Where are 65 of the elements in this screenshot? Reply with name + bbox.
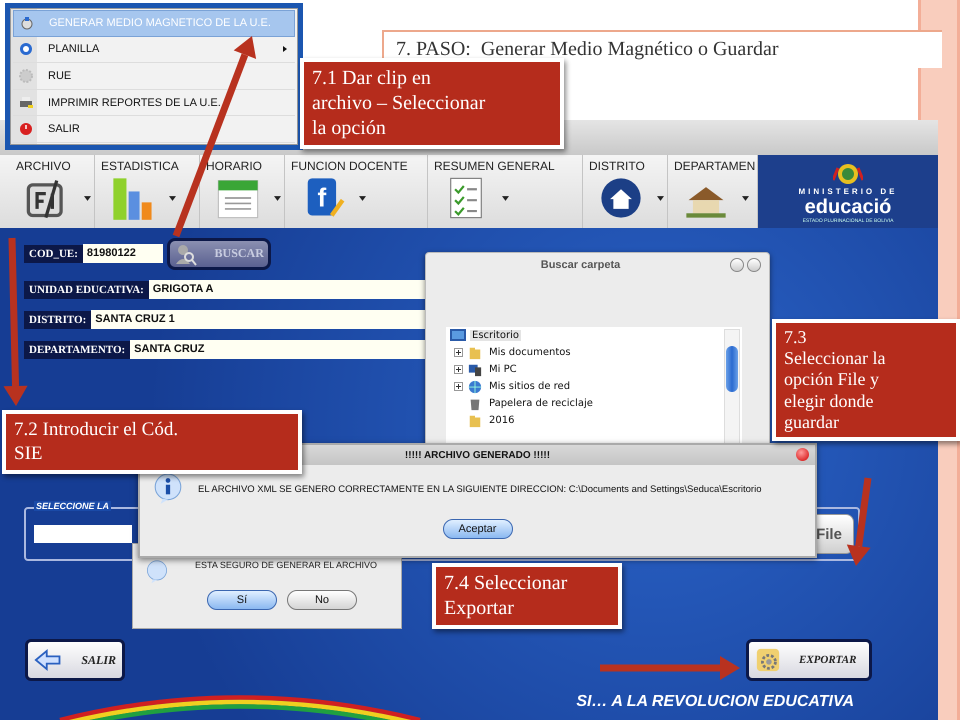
expand-icon[interactable] — [454, 365, 463, 374]
minimize-button[interactable] — [730, 258, 744, 272]
tree-item[interactable]: Mi PC — [487, 364, 519, 375]
gear-icon — [755, 647, 781, 673]
close-button[interactable] — [747, 258, 761, 272]
dialog-button[interactable]: No — [287, 590, 357, 610]
caret-icon — [274, 196, 281, 200]
dialog-title: Buscar carpeta — [540, 259, 622, 271]
caret-icon — [84, 196, 91, 200]
input-field[interactable] — [34, 525, 132, 543]
desktop-icon — [450, 328, 466, 342]
callout-note: 7.3 Seleccionar la opción File y elegir donde guardar — [772, 319, 960, 442]
toolbar-button[interactable]: ESTADISTICA — [95, 155, 200, 228]
callout-note: 7.2 Introducir el Cód. SIE — [2, 410, 302, 474]
power-icon — [19, 122, 33, 136]
logo-text: MINISTERIO DE — [798, 186, 898, 196]
toolbar-button[interactable]: RESUMEN GENERAL — [428, 155, 583, 228]
callout-note: 7.4 Seleccionar Exportar — [432, 563, 622, 629]
field-label: COD_UE: — [24, 244, 83, 262]
logo-wordmark: educació — [804, 196, 892, 216]
callout-note: 7.1 Dar clip en archivo – Seleccionar la opción — [300, 58, 564, 149]
caret-icon — [169, 196, 176, 200]
tree-item[interactable]: Papelera de reciclaje — [487, 398, 595, 409]
dialog-button[interactable]: Sí — [207, 590, 277, 610]
folder-icon — [467, 346, 483, 360]
gear-icon — [19, 69, 33, 83]
folder-icon — [467, 414, 483, 428]
close-button[interactable] — [796, 448, 809, 461]
group-label: SELECCIONE LA — [34, 501, 112, 511]
tree-item[interactable]: 2016 — [487, 415, 516, 426]
menu-item[interactable]: RUE — [13, 63, 295, 90]
dialog-title: !!!!! ARCHIVO GENERADO !!!!! — [404, 450, 550, 460]
caret-icon — [502, 196, 509, 200]
caret-icon — [359, 196, 366, 200]
dialog-message: ESTA SEGURO DE GENERAR EL ARCHIVO — [195, 560, 378, 570]
dialog-message: EL ARCHIVO XML SE GENERO CORRECTAMENTE EN LA SIGUIENTE DIRECCION: C:\Documents and Settings\Seduca\Escritorio — [198, 484, 762, 494]
menu-item[interactable]: IMPRIMIR REPORTES DE LA U.E. — [13, 90, 295, 116]
input-field[interactable]: SANTA CRUZ — [130, 340, 425, 359]
input-field[interactable]: 81980122 — [82, 244, 163, 263]
exit-button[interactable]: SALIR — [25, 639, 125, 681]
field-label: UNIDAD EDUCATIVA: — [24, 280, 149, 298]
export-button[interactable]: EXPORTAR — [746, 639, 872, 681]
slide-title: 7. PASO: Generar Medio Magnético o Guardar — [382, 30, 942, 68]
expand-icon[interactable] — [454, 348, 463, 357]
globe-icon — [467, 380, 483, 394]
field-label: DEPARTAMENTO: — [24, 340, 130, 358]
tree-item[interactable]: Mis documentos — [487, 347, 573, 358]
toolbar-button[interactable]: ARCHIVO — [10, 155, 95, 228]
caret-icon — [742, 196, 749, 200]
expand-icon[interactable] — [454, 382, 463, 391]
toolbar-button[interactable]: DISTRITO — [583, 155, 668, 228]
menu-item[interactable]: SALIR — [13, 116, 295, 143]
computer-icon — [467, 362, 483, 376]
tree-item[interactable]: Escritorio — [470, 330, 521, 341]
input-field[interactable]: SANTA CRUZ 1 — [91, 310, 425, 329]
caret-icon — [657, 196, 664, 200]
globe-icon — [19, 42, 33, 56]
tree-item[interactable]: Mis sitios de red — [487, 381, 572, 392]
field-label: DISTRITO: — [24, 310, 92, 328]
printer-icon — [19, 96, 33, 110]
input-field[interactable]: GRIGOTA A — [148, 280, 425, 299]
toolbar-button[interactable]: HORARIO — [200, 155, 285, 228]
back-arrow-icon — [34, 648, 62, 672]
slogan: SI… A LA REVOLUCION EDUCATIVA — [576, 693, 854, 711]
ok-button[interactable]: Aceptar — [442, 519, 512, 539]
